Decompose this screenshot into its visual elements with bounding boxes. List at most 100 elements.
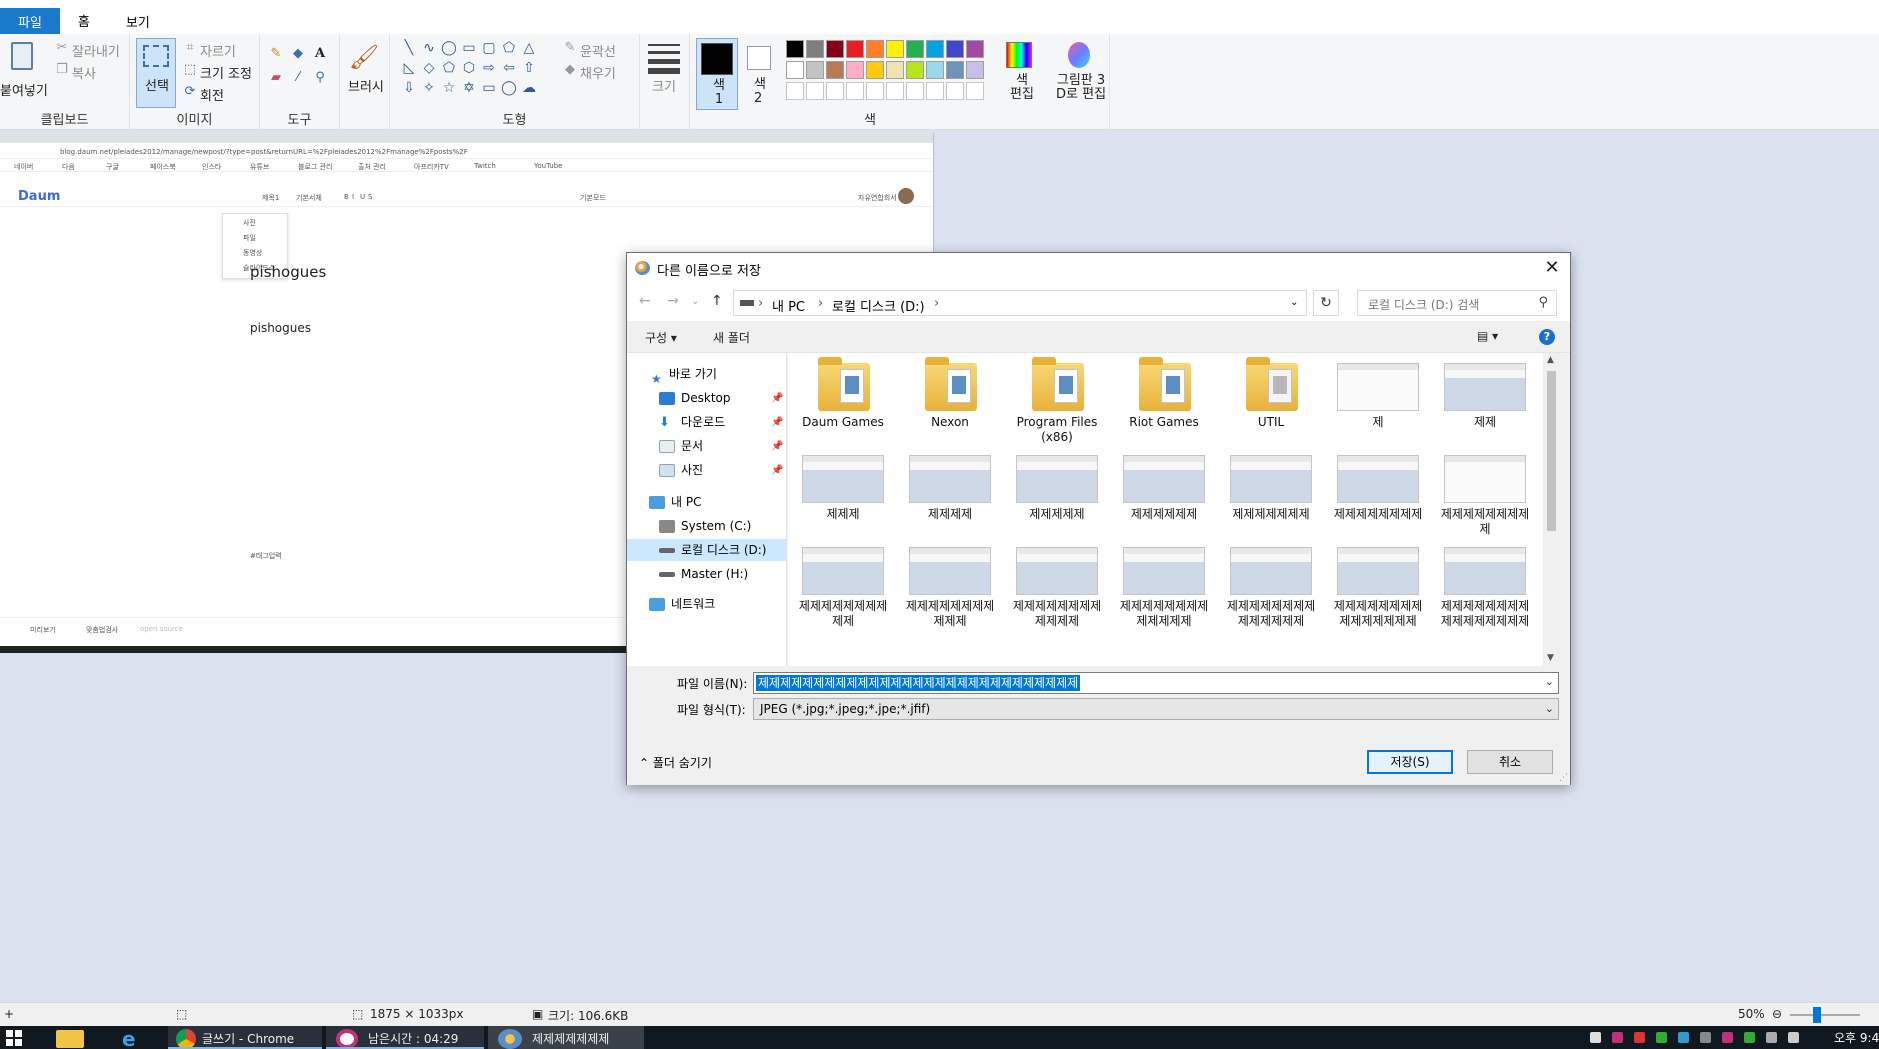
brushes-group[interactable]: 🖌 브러시 xyxy=(340,34,390,130)
tree-this-pc[interactable]: 내 PC xyxy=(649,491,701,513)
color-swatch[interactable] xyxy=(966,40,984,58)
callout-rect-shape-icon[interactable]: ▭ xyxy=(480,80,498,96)
editor-footer-item[interactable]: 맞춤법검사 xyxy=(86,625,118,635)
bookmark-item[interactable]: 네이버 xyxy=(14,162,33,172)
crop-button[interactable]: ⌗ 자르기 xyxy=(182,40,258,60)
up-arrow-shape-icon[interactable]: ⇧ xyxy=(520,60,538,76)
attach-menu-item[interactable]: 사진 xyxy=(243,218,256,228)
rounded-rect-shape-icon[interactable]: ▢ xyxy=(480,40,498,56)
tray-icon[interactable] xyxy=(1788,1032,1799,1043)
star6-shape-icon[interactable]: ✡ xyxy=(460,80,478,96)
color-swatch[interactable] xyxy=(906,61,924,79)
tree-quick-access[interactable]: ★ 바로 가기 xyxy=(651,363,717,386)
shapes-gallery[interactable]: ╲ ∿ ◯ ▭ ▢ ⬠ △ ◺ ◇ ⬠ ⬡ ⇨ ⇦ ⇧ ⇩ ✧ ☆ ✡ ▭ ◯ … xyxy=(400,40,550,96)
left-arrow-shape-icon[interactable]: ⇦ xyxy=(500,60,518,76)
paint3d-button[interactable]: 그림판 3 D로 편집 xyxy=(1050,34,1110,130)
custom-color-swatch[interactable] xyxy=(806,82,824,100)
right-triangle-shape-icon[interactable]: ◺ xyxy=(400,60,418,76)
bookmark-item[interactable]: 인스타 xyxy=(202,162,221,172)
paste-button[interactable]: 붙여넣기 xyxy=(0,38,48,108)
attach-menu-item[interactable]: 파일 xyxy=(243,233,256,243)
help-icon[interactable]: ? xyxy=(1539,329,1555,345)
vertical-scrollbar[interactable]: ▲ ▼ xyxy=(1543,353,1560,666)
bookmark-item[interactable]: 블로그 관리 xyxy=(298,162,332,172)
tree-desktop[interactable]: Desktop xyxy=(659,387,731,409)
color-swatch[interactable] xyxy=(926,40,944,58)
file-item[interactable]: 제제제제제제 xyxy=(1119,451,1209,531)
editor-tool[interactable]: 기본서체 xyxy=(296,193,322,203)
select-button[interactable]: 선택 xyxy=(136,38,176,108)
search-input[interactable]: 로컬 디스크 (D:) 검색 ⚲ xyxy=(1357,290,1557,316)
zoom-out-icon[interactable]: ⊖ xyxy=(1772,1007,1782,1021)
save-button[interactable]: 저장(S) xyxy=(1367,750,1453,774)
cut-button[interactable]: ✂ 잘라내기 xyxy=(54,40,128,60)
color-swatch[interactable] xyxy=(866,40,884,58)
color-swatch[interactable] xyxy=(826,61,844,79)
view-options-icon[interactable]: ▤ ▾ xyxy=(1477,329,1498,343)
tray-icon[interactable] xyxy=(1656,1032,1667,1043)
file-item[interactable]: 제제제제제제제제제제제제제제 xyxy=(1226,543,1316,628)
color-swatch[interactable] xyxy=(966,61,984,79)
internet-explorer-icon[interactable]: e xyxy=(122,1028,136,1049)
scroll-down-icon[interactable]: ▼ xyxy=(1547,653,1554,663)
taskbar-paint[interactable]: 제제제제제제제 xyxy=(488,1026,644,1049)
chevron-down-icon[interactable]: ⌄ xyxy=(1545,702,1554,715)
color-swatch[interactable] xyxy=(946,40,964,58)
resize-grip-icon[interactable]: ⋰ xyxy=(1559,773,1568,783)
up-arrow-icon[interactable]: ↑ xyxy=(711,293,723,309)
file-item[interactable]: 제제 xyxy=(1440,359,1530,439)
tree-network[interactable]: 네트워크 xyxy=(649,593,715,615)
tree-system-c[interactable]: System (C:) xyxy=(659,515,751,537)
bookmark-item[interactable]: 구글 xyxy=(106,162,119,172)
callout-cloud-shape-icon[interactable]: ☁ xyxy=(520,80,538,96)
file-item[interactable]: 제제제제제 xyxy=(1012,451,1102,531)
tray-icon[interactable] xyxy=(1700,1032,1711,1043)
close-icon[interactable]: ✕ xyxy=(1540,256,1564,280)
tray-icon[interactable] xyxy=(1612,1032,1623,1043)
menu-file[interactable]: 파일 xyxy=(0,8,60,34)
editor-tool[interactable]: U xyxy=(360,193,365,201)
rotate-button[interactable]: ⟳ 회전 xyxy=(182,84,258,104)
custom-color-swatch[interactable] xyxy=(966,82,984,100)
tray-icon[interactable] xyxy=(1744,1032,1755,1043)
attach-menu-item[interactable]: 동영상 xyxy=(243,248,262,258)
outline-button[interactable]: ✎ 윤곽선 xyxy=(562,40,638,60)
custom-color-swatch[interactable] xyxy=(786,82,804,100)
taskbar-timer[interactable]: 남은시간 : 04:29 xyxy=(326,1026,484,1049)
zoom-thumb[interactable] xyxy=(1813,1007,1821,1023)
tray-icon[interactable] xyxy=(1722,1032,1733,1043)
custom-color-swatch[interactable] xyxy=(866,82,884,100)
menu-view[interactable]: 보기 xyxy=(108,8,168,34)
triangle-shape-icon[interactable]: △ xyxy=(520,40,538,56)
bookmark-item[interactable]: 출처 관리 xyxy=(358,162,386,172)
folder-item[interactable]: Daum Games xyxy=(798,357,888,439)
color-swatch[interactable] xyxy=(846,40,864,58)
file-item[interactable]: 제 xyxy=(1333,359,1423,439)
windows-start-icon[interactable] xyxy=(6,1030,22,1046)
hide-folders-button[interactable]: ⌃ 폴더 숨기기 xyxy=(639,754,712,771)
color-swatch[interactable] xyxy=(886,61,904,79)
breadcrumb-local-d[interactable]: 로컬 디스크 (D:) xyxy=(832,296,925,315)
tree-downloads[interactable]: ⬇ 다운로드 xyxy=(659,411,725,433)
editor-tool[interactable]: I xyxy=(352,193,354,201)
bookmark-item[interactable]: 아프리카TV xyxy=(414,162,449,172)
color-swatch[interactable] xyxy=(946,61,964,79)
fill-bucket-icon[interactable]: ◆ xyxy=(290,46,306,62)
file-item[interactable]: 제제제제제제제제 xyxy=(1333,451,1423,531)
forward-arrow-icon[interactable]: → xyxy=(667,293,679,309)
color-picker-icon[interactable]: ⁄ xyxy=(290,70,306,86)
color-swatch[interactable] xyxy=(786,40,804,58)
color-swatch[interactable] xyxy=(806,61,824,79)
cancel-button[interactable]: 취소 xyxy=(1467,750,1553,774)
tray-icon[interactable] xyxy=(1634,1032,1645,1043)
size-group[interactable]: 크기 xyxy=(640,34,690,130)
custom-color-swatch[interactable] xyxy=(846,82,864,100)
color-swatch[interactable] xyxy=(886,40,904,58)
file-item[interactable]: 제제제 xyxy=(798,451,888,531)
file-item[interactable]: 제제제제제제제제제제제 xyxy=(905,543,995,628)
new-folder-button[interactable]: 새 폴더 xyxy=(713,329,750,346)
star4-shape-icon[interactable]: ✧ xyxy=(420,80,438,96)
fill-button[interactable]: ◆ 채우기 xyxy=(562,62,638,82)
file-item[interactable]: 제제제제 xyxy=(905,451,995,531)
resize-button[interactable]: ⬚ 크기 조정 xyxy=(182,62,258,82)
